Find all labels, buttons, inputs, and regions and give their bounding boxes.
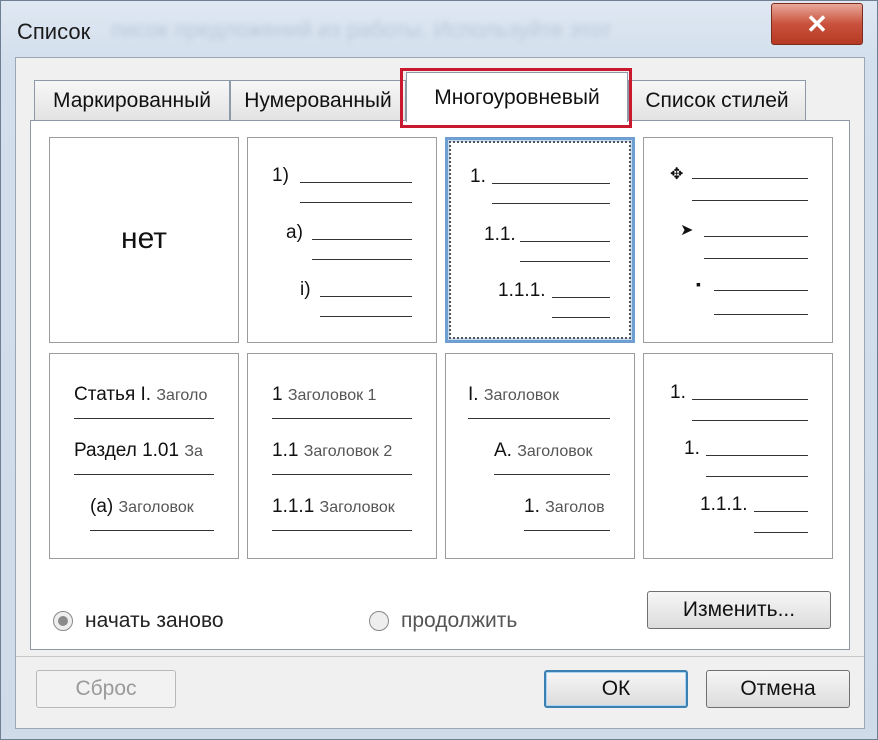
level1-label: 1) [272,165,289,186]
footer-divider [16,656,864,657]
list-option-decimal-selected[interactable]: 1. 1.1. 1.1.1. [445,137,635,343]
tab-numbered[interactable]: Нумерованный [230,80,406,120]
square-bullet-icon: ▪ [696,276,701,292]
text-line [692,420,808,421]
text-line [714,314,808,315]
level1-label: 1 Заголовок 1 [272,384,377,405]
level3-label: 1.1.1. [700,494,748,515]
level1-label: 1. [670,382,686,403]
level3-label: 1. Заголов [524,496,605,517]
ok-button[interactable]: ОК [544,670,688,708]
multilevel-gallery: нет 1) a) i) 1. 1.1. 1.1.1. ✥ ➤ ▪ Статья… [30,120,850,650]
level3-line [714,290,808,291]
level2-line [312,239,412,240]
background-window-title: писок предложений из работы. Используйте… [111,17,612,42]
level3-line [754,511,808,512]
level1-line [492,183,610,184]
restart-numbering-option[interactable]: начать заново [53,609,224,633]
level2-label: A. Заголовок [494,440,593,461]
text-line [74,418,214,419]
level1-line [300,182,412,183]
level2-label: 1.1. [484,224,516,245]
dialog-body: Маркированный Нумерованный Многоуровневы… [15,57,865,729]
level2-label: 1. [684,438,700,459]
level1-line [692,399,808,400]
text-line [272,418,412,419]
restart-label: начать заново [85,609,224,632]
text-line [74,474,214,475]
level1-label: 1. [470,166,486,187]
list-option-parenthesis[interactable]: 1) a) i) [247,137,437,343]
text-line [754,532,808,533]
close-button[interactable]: ✕ [771,3,863,45]
cancel-button[interactable]: Отмена [706,670,850,708]
tab-list-styles[interactable]: Список стилей [628,80,806,120]
text-line [272,474,412,475]
text-line [706,476,808,477]
none-label: нет [121,222,167,255]
level2-label: a) [286,222,303,243]
level3-line [552,297,610,298]
text-line [320,316,412,317]
level2-line [520,241,610,242]
text-line [468,418,610,419]
title-bar[interactable]: Список писок предложений из работы. Испо… [1,1,877,57]
text-line [492,203,610,204]
level3-label: 1.1.1 Заголовок [272,496,395,517]
dialog-title: Список [17,19,91,44]
text-line [90,530,214,531]
list-option-article-section[interactable]: Статья I. Заголо Раздел 1.01 За (a) Заго… [49,353,239,559]
list-option-heading-roman[interactable]: I. Заголовок A. Заголовок 1. Заголов [445,353,635,559]
tab-bulleted[interactable]: Маркированный [34,80,230,120]
continue-radio[interactable] [369,611,389,631]
level3-label: i) [300,279,311,300]
level3-line [320,296,412,297]
level2-label: Раздел 1.01 За [74,440,203,461]
arrow-bullet-icon: ➤ [680,222,694,239]
diamond-bullet-icon: ✥ [670,166,684,183]
continue-numbering-option[interactable]: продолжить [369,609,517,633]
reset-button[interactable]: Сброс [36,670,176,708]
text-line [692,200,808,201]
level1-line [692,178,808,179]
list-dialog: Список писок предложений из работы. Испо… [0,0,878,740]
list-option-none[interactable]: нет [49,137,239,343]
continue-label: продолжить [401,609,518,632]
level2-line [706,455,808,456]
level3-label: 1.1.1. [498,280,546,301]
list-option-decimal-alt[interactable]: 1. 1. 1.1.1. [643,353,833,559]
text-line [524,530,610,531]
level2-label: 1.1 Заголовок 2 [272,440,393,461]
restart-radio[interactable] [53,611,73,631]
tab-multilevel[interactable]: Многоуровневый [406,72,628,122]
text-line [312,259,412,260]
level1-label: Статья I. Заголо [74,384,208,405]
close-icon: ✕ [806,8,828,39]
level3-label: (a) Заголовок [90,496,194,517]
level2-line [704,236,808,237]
list-option-heading-decimal[interactable]: 1 Заголовок 1 1.1 Заголовок 2 1.1.1 Заго… [247,353,437,559]
text-line [704,258,808,259]
text-line [272,530,412,531]
list-option-symbols[interactable]: ✥ ➤ ▪ [643,137,833,343]
level1-label: I. Заголовок [468,384,560,405]
text-line [552,317,610,318]
text-line [494,474,610,475]
text-line [300,202,412,203]
modify-button[interactable]: Изменить... [647,591,831,629]
text-line [520,261,610,262]
